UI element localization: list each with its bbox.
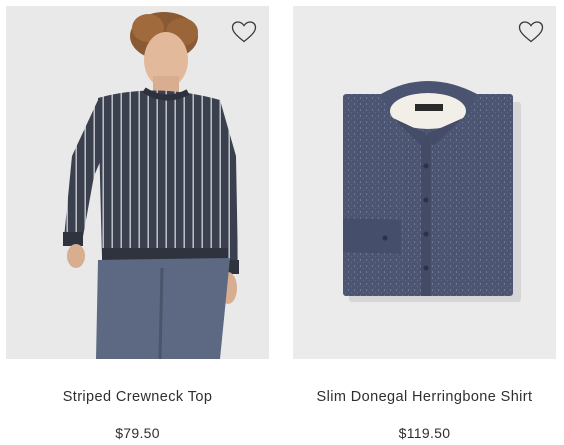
product-price: $79.50 — [115, 425, 160, 441]
product-grid: Striped Crewneck Top $79.50 Slim Donegal… — [0, 0, 564, 445]
product-image[interactable] — [6, 6, 269, 359]
product-name[interactable]: Striped Crewneck Top — [6, 389, 269, 405]
model-striped-sweater-image — [63, 12, 239, 359]
product-card[interactable]: Striped Crewneck Top $79.50 — [6, 0, 269, 445]
wishlist-heart-icon[interactable] — [231, 20, 257, 44]
product-price: $119.50 — [398, 425, 451, 441]
wishlist-heart-icon[interactable] — [518, 20, 544, 44]
folded-shirt-image — [343, 81, 521, 302]
product-name[interactable]: Slim Donegal Herringbone Shirt — [293, 389, 556, 405]
product-card[interactable]: Slim Donegal Herringbone Shirt $119.50 — [293, 0, 556, 445]
product-image[interactable] — [293, 6, 556, 359]
